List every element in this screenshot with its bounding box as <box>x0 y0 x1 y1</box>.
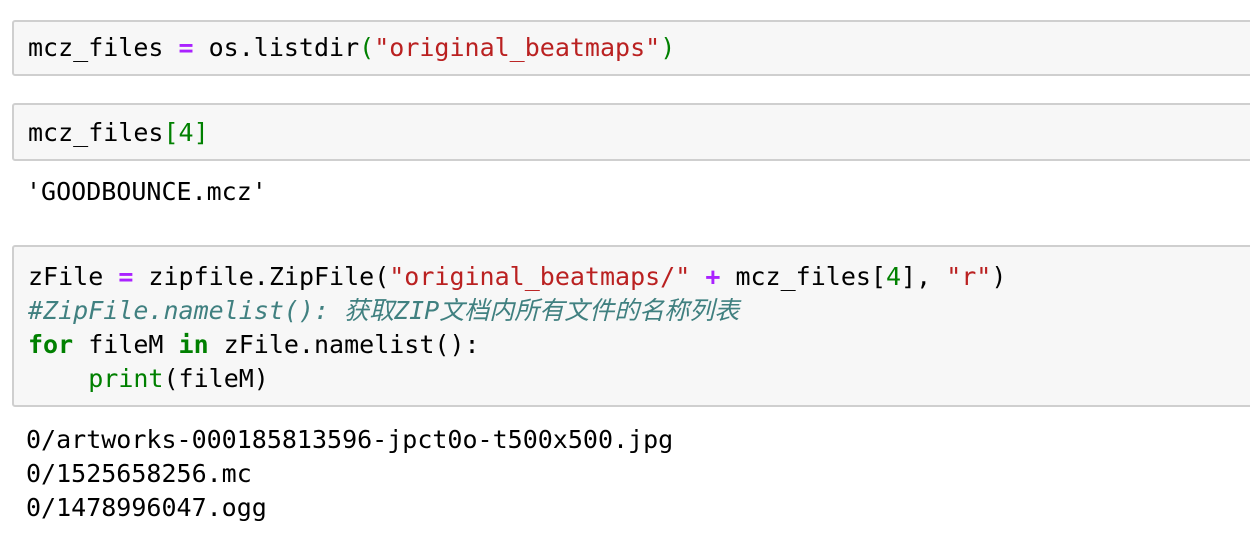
keyword-token: for <box>28 330 74 359</box>
cell-output-line: 0/1478996047.ogg <box>26 493 267 522</box>
bracket-token: ] <box>193 118 209 147</box>
code-token: mcz_files <box>28 33 179 62</box>
code-line: mcz_files[4] <box>28 116 209 150</box>
code-token: mcz_files <box>28 118 164 147</box>
code-line: print(fileM) <box>28 362 269 396</box>
paren-token: ) <box>660 33 676 62</box>
code-token: mcz_files[ <box>720 262 886 291</box>
code-line: mcz_files = os.listdir("original_beatmap… <box>28 31 675 65</box>
cell-output-line: 0/artworks-000185813596-jpct0o-t500x500.… <box>26 425 674 454</box>
builtin-token: print <box>88 364 164 393</box>
cell-output-line: 'GOODBOUNCE.mcz' <box>26 177 267 206</box>
code-cell-1[interactable]: mcz_files = os.listdir("original_beatmap… <box>12 20 1250 76</box>
operator-token: = <box>178 33 194 62</box>
operator-token: = <box>118 262 134 291</box>
bracket-token: [ <box>163 118 179 147</box>
code-line: for fileM in zFile.namelist(): <box>28 328 480 362</box>
number-token: 4 <box>178 118 194 147</box>
cell-output-line: 0/1525658256.mc <box>26 459 252 488</box>
keyword-token: in <box>178 330 209 359</box>
code-token: zFile <box>28 262 119 291</box>
code-cell-3[interactable]: zFile = zipfile.ZipFile("original_beatma… <box>12 245 1250 407</box>
code-cell-2[interactable]: mcz_files[4] <box>12 103 1250 161</box>
code-token: fileM <box>73 330 179 359</box>
code-token: zFile.namelist(): <box>208 330 480 359</box>
code-token: ) <box>991 262 1007 291</box>
operator-token: + <box>705 262 721 291</box>
string-token: "original_beatmaps" <box>374 33 661 62</box>
number-token: 4 <box>885 262 902 291</box>
code-token: zipfile.ZipFile( <box>133 262 390 291</box>
code-token: (fileM) <box>163 364 269 393</box>
comment-line: #ZipFile.namelist(): 获取ZIP文档内所有文件的名称列表 <box>28 296 740 325</box>
string-token: "original_beatmaps/" <box>389 262 691 291</box>
code-token: os.listdir <box>193 33 360 62</box>
code-token: ], <box>901 262 947 291</box>
string-token: "r" <box>946 262 992 291</box>
code-line: zFile = zipfile.ZipFile("original_beatma… <box>28 260 1006 294</box>
paren-token: ( <box>359 33 375 62</box>
indent-token <box>28 364 88 393</box>
